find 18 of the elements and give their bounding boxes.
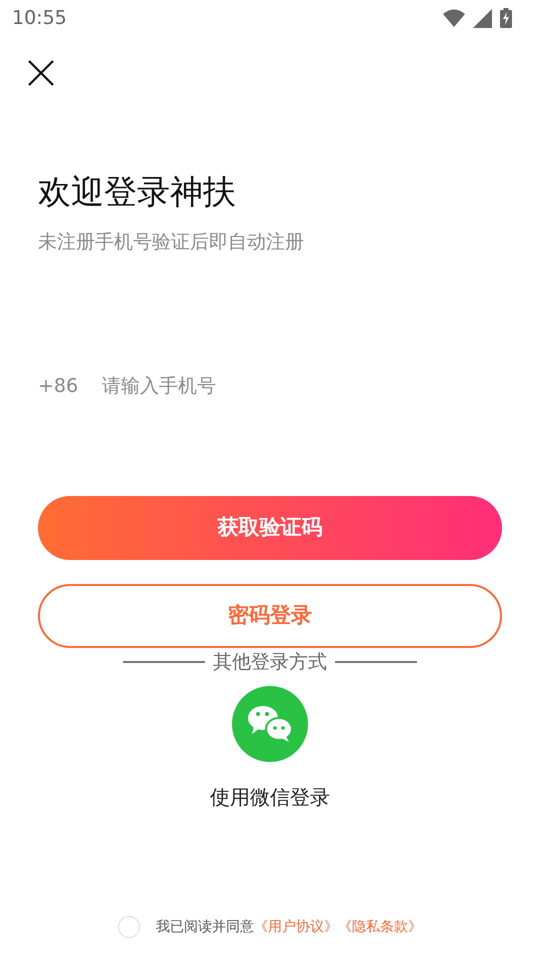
wechat-login-label[interactable]: 使用微信登录 <box>210 782 330 812</box>
welcome-title: 欢迎登录神扶 <box>38 172 237 212</box>
battery-charging-icon <box>500 8 512 28</box>
phone-input-field[interactable]: 请输入手机号 <box>102 372 402 401</box>
agreement-checkbox[interactable] <box>118 916 140 938</box>
agreement-text: 我已阅读并同意《用户协议》《隐私条款》 <box>156 918 422 936</box>
password-login-button[interactable]: 密码登录 <box>38 584 502 648</box>
signal-icon <box>473 8 492 28</box>
agreement-link[interactable]: 《用户协议》 <box>254 918 338 934</box>
get-code-button[interactable]: 获取验证码 <box>38 496 502 560</box>
wifi-icon <box>443 9 465 27</box>
subtitle: 未注册手机号验证后即自动注册 <box>38 230 305 255</box>
country-code[interactable]: +86 <box>38 372 78 401</box>
wechat-icon[interactable] <box>232 686 308 762</box>
agreement-link[interactable]: 《隐私条款》 <box>338 918 422 934</box>
status-time: 10:55 <box>12 6 67 31</box>
other-methods-label: 其他登录方式 <box>213 650 327 675</box>
close-icon[interactable] <box>28 60 54 86</box>
